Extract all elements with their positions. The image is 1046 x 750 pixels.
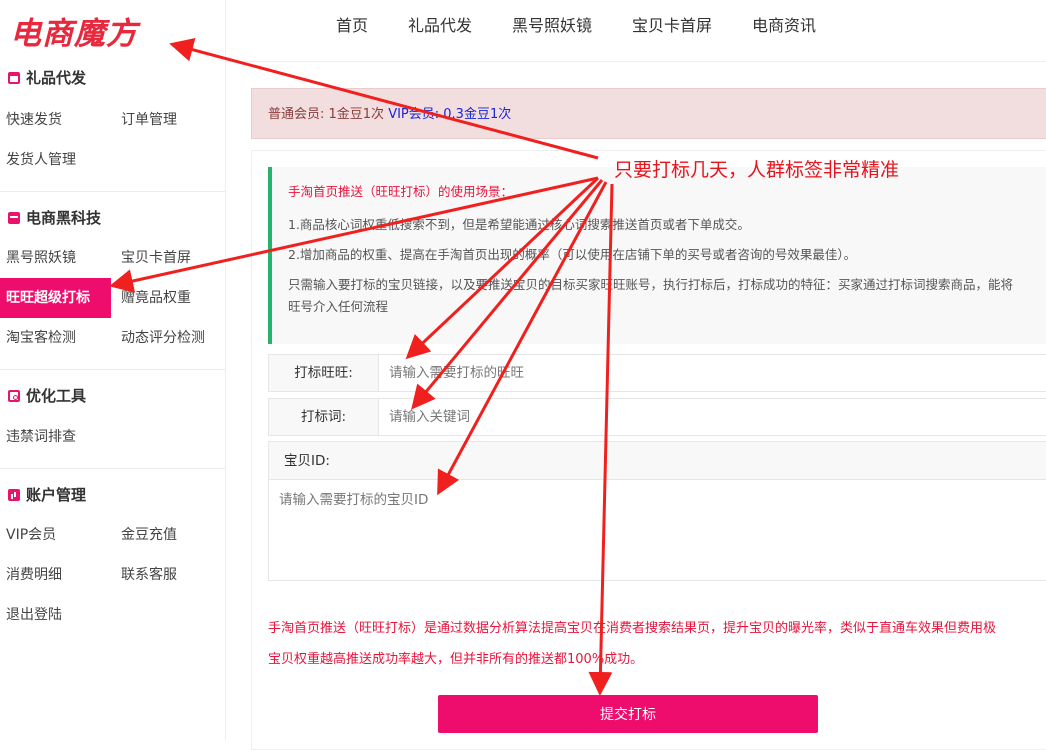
sidebar-item-recharge[interactable]: 金豆充值: [115, 515, 226, 555]
usage-info: 手淘首页推送（旺旺打标）的使用场景： 1.商品核心词权重低搜索不到，但是希望能通…: [268, 167, 1046, 344]
account-icon: [8, 488, 20, 501]
nav-home[interactable]: 首页: [336, 12, 368, 36]
sidebar-item-card-first-screen[interactable]: 宝贝卡首屏: [115, 238, 226, 278]
sidebar: 电商魔方 礼品代发 快速发货 订单管理 发货人管理 电商黑科技 黑号照妖镜 宝贝…: [0, 0, 226, 740]
nav-card-first-screen[interactable]: 宝贝卡首屏: [632, 12, 712, 36]
sidebar-item-wangwang-tag[interactable]: 旺旺超级打标: [0, 278, 111, 318]
gift-icon: [8, 71, 20, 84]
optimize-icon: [8, 389, 20, 402]
section-account: 账户管理: [8, 484, 86, 505]
sidebar-item-quick-ship[interactable]: 快速发货: [0, 100, 111, 140]
sidebar-item-orders[interactable]: 订单管理: [115, 100, 226, 140]
sidebar-item-banned-words[interactable]: 违禁词排查: [0, 417, 111, 457]
logo[interactable]: 电商魔方: [10, 8, 138, 53]
divider: [0, 468, 226, 469]
notice-vip: VIP会员: 0.3金豆1次: [388, 107, 512, 122]
section-title-account: 账户管理: [26, 486, 87, 504]
section-gift: 礼品代发: [8, 67, 86, 88]
sidebar-item-black-account[interactable]: 黑号照妖镜: [0, 238, 111, 278]
keyword-field: 打标词:: [268, 398, 1046, 436]
section-title-optimize: 优化工具: [26, 387, 87, 405]
wangwang-field: 打标旺旺:: [268, 354, 1046, 392]
desc-line-2: 宝贝权重越高推送成功率越大，但并非所有的推送都100%成功。: [268, 652, 644, 667]
section-title-tech: 电商黑科技: [26, 209, 102, 227]
nav-news[interactable]: 电商资讯: [752, 12, 816, 36]
wangwang-label: 打标旺旺:: [269, 355, 379, 391]
section-optimize: 优化工具: [8, 385, 86, 406]
itemid-label: 宝贝ID:: [269, 442, 1046, 480]
sidebar-item-support[interactable]: 联系客服: [115, 555, 226, 595]
submit-tag-button[interactable]: 提交打标: [438, 695, 818, 733]
tech-icon: [8, 211, 20, 224]
divider: [0, 191, 226, 192]
notice-normal: 普通会员: 1金豆1次: [268, 107, 385, 122]
sidebar-item-billing[interactable]: 消费明细: [0, 555, 111, 595]
section-title-gift: 礼品代发: [26, 69, 87, 87]
sidebar-item-gift-weight[interactable]: 赠竟品权重: [115, 278, 226, 318]
usage-point-1: 1.商品核心词权重低搜索不到，但是希望能通过核心词搜索推送首页或者下单成交。: [288, 217, 750, 232]
itemid-field: 宝贝ID:: [268, 441, 1046, 581]
top-nav: 首页 礼品代发 黑号照妖镜 宝贝卡首屏 电商资讯: [226, 0, 1046, 62]
usage-title: 手淘首页推送（旺旺打标）的使用场景：: [288, 184, 514, 199]
price-notice: 普通会员: 1金豆1次 VIP会员: 0.3金豆1次: [251, 88, 1046, 139]
annotation-text: 只要打标几天，人群标签非常精准: [614, 159, 900, 181]
keyword-input[interactable]: [379, 399, 1046, 435]
divider: [0, 369, 226, 370]
sidebar-item-vip[interactable]: VIP会员: [0, 515, 111, 555]
usage-point-3: 只需输入要打标的宝贝链接，以及要推送宝贝的目标买家旺旺账号，执行打标后，打标成功…: [288, 277, 1014, 292]
section-tech: 电商黑科技: [8, 207, 101, 228]
sidebar-item-taoke-check[interactable]: 淘宝客检测: [0, 318, 111, 358]
wangwang-input[interactable]: [379, 355, 1046, 391]
sidebar-item-logout[interactable]: 退出登陆: [0, 595, 111, 635]
itemid-textarea[interactable]: [269, 480, 1046, 580]
desc-line-1: 手淘首页推送（旺旺打标）是通过数据分析算法提高宝贝在消费者搜索结果页，提升宝贝的…: [268, 621, 997, 636]
sidebar-item-shipper[interactable]: 发货人管理: [0, 140, 111, 180]
usage-point-3-cont: 旺号介入任何流程: [288, 299, 389, 314]
usage-point-2: 2.增加商品的权重、提高在手淘首页出现的概率（可以使用在店铺下单的买号或者咨询的…: [288, 247, 857, 262]
nav-gift[interactable]: 礼品代发: [408, 12, 472, 36]
keyword-label: 打标词:: [269, 399, 379, 435]
nav-black-account[interactable]: 黑号照妖镜: [512, 12, 592, 36]
sidebar-item-dsr-check[interactable]: 动态评分检测: [115, 318, 226, 358]
